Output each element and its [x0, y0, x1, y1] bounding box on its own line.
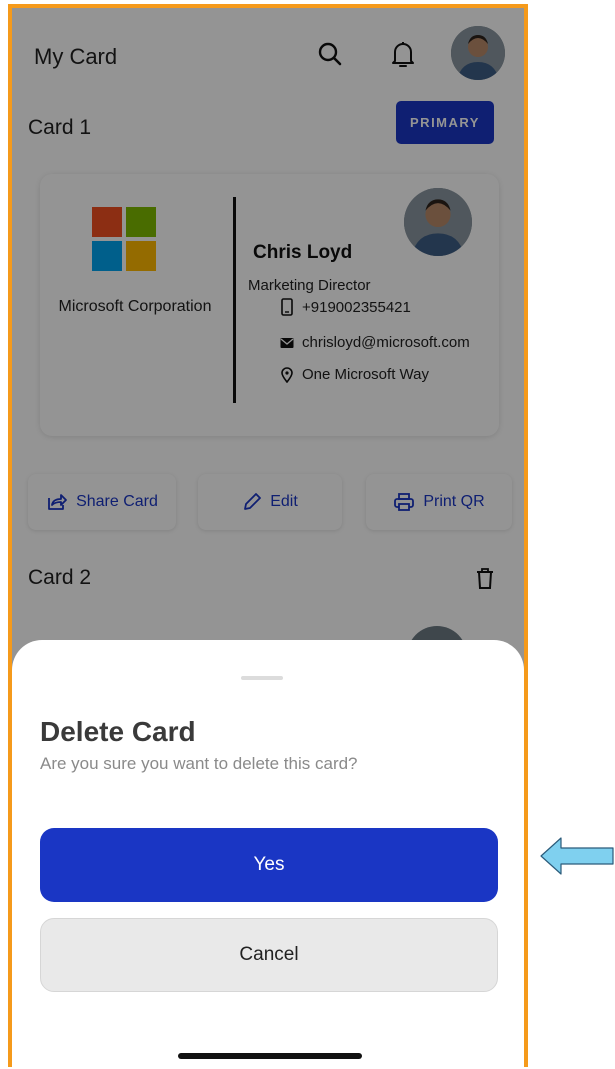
dialog-message: Are you sure you want to delete this car… — [40, 754, 358, 773]
delete-card-sheet: Delete Card Are you sure you want to del… — [12, 640, 524, 1067]
sheet-grabber[interactable] — [241, 676, 283, 680]
dialog-title: Delete Card — [40, 716, 196, 747]
screen: My Card Card 1 PRIMARY Microsoft Corpora… — [12, 8, 524, 1067]
pointer-arrow-icon — [540, 837, 614, 875]
home-indicator — [178, 1053, 362, 1059]
phone-frame: My Card Card 1 PRIMARY Microsoft Corpora… — [8, 4, 528, 1067]
cancel-button[interactable]: Cancel — [40, 918, 498, 992]
yes-button[interactable]: Yes — [40, 828, 498, 902]
